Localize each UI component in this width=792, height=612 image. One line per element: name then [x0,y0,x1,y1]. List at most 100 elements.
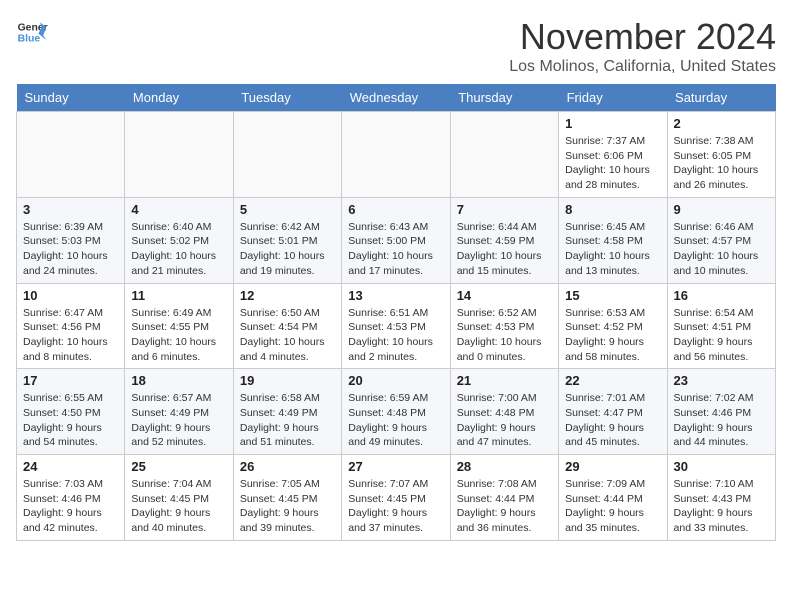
calendar-week-5: 24 Sunrise: 7:03 AMSunset: 4:46 PMDayligh… [17,455,776,541]
day-detail: Sunrise: 6:50 AMSunset: 4:54 PMDaylight:… [240,306,335,365]
day-detail: Sunrise: 6:57 AMSunset: 4:49 PMDaylight:… [131,391,226,450]
day-detail: Sunrise: 7:02 AMSunset: 4:46 PMDaylight:… [674,391,769,450]
day-number: 20 [348,373,443,388]
logo: General Blue [16,16,48,48]
day-detail: Sunrise: 6:49 AMSunset: 4:55 PMDaylight:… [131,306,226,365]
day-detail: Sunrise: 7:03 AMSunset: 4:46 PMDaylight:… [23,477,118,536]
day-detail: Sunrise: 7:09 AMSunset: 4:44 PMDaylight:… [565,477,660,536]
day-number: 5 [240,202,335,217]
day-detail: Sunrise: 6:59 AMSunset: 4:48 PMDaylight:… [348,391,443,450]
day-number: 22 [565,373,660,388]
calendar-cell: 15Sunrise: 6:53 AMSunset: 4:52 PMDayligh… [559,283,667,369]
day-number: 28 [457,459,552,474]
calendar-cell: 11 Sunrise: 6:49 AMSunset: 4:55 PMDayligh… [125,283,233,369]
calendar-cell: 23 Sunrise: 7:02 AMSunset: 4:46 PMDayligh… [667,369,775,455]
calendar-cell: 29 Sunrise: 7:09 AMSunset: 4:44 PMDayligh… [559,455,667,541]
day-number: 26 [240,459,335,474]
calendar-cell: 25Sunrise: 7:04 AMSunset: 4:45 PMDayligh… [125,455,233,541]
calendar-cell: 20 Sunrise: 6:59 AMSunset: 4:48 PMDayligh… [342,369,450,455]
calendar-cell: 1 Sunrise: 7:37 AMSunset: 6:06 PMDaylight… [559,112,667,198]
day-detail: Sunrise: 6:55 AMSunset: 4:50 PMDaylight:… [23,391,118,450]
calendar-week-2: 3 Sunrise: 6:39 AMSunset: 5:03 PMDaylight… [17,197,776,283]
calendar-cell: 8 Sunrise: 6:45 AMSunset: 4:58 PMDaylight… [559,197,667,283]
calendar-cell [342,112,450,198]
calendar-cell: 10Sunrise: 6:47 AMSunset: 4:56 PMDayligh… [17,283,125,369]
day-number: 1 [565,116,660,131]
day-detail: Sunrise: 7:10 AMSunset: 4:43 PMDaylight:… [674,477,769,536]
day-detail: Sunrise: 6:39 AMSunset: 5:03 PMDaylight:… [23,220,118,279]
day-detail: Sunrise: 6:40 AMSunset: 5:02 PMDaylight:… [131,220,226,279]
day-number: 6 [348,202,443,217]
day-number: 19 [240,373,335,388]
calendar-week-4: 17 Sunrise: 6:55 AMSunset: 4:50 PMDayligh… [17,369,776,455]
day-detail: Sunrise: 7:38 AMSunset: 6:05 PMDaylight:… [674,134,769,193]
day-number: 23 [674,373,769,388]
day-number: 8 [565,202,660,217]
day-detail: Sunrise: 6:58 AMSunset: 4:49 PMDaylight:… [240,391,335,450]
weekday-header-thursday: Thursday [450,84,558,112]
calendar-cell: 9 Sunrise: 6:46 AMSunset: 4:57 PMDaylight… [667,197,775,283]
day-number: 9 [674,202,769,217]
day-number: 24 [23,459,118,474]
calendar-cell: 14 Sunrise: 6:52 AMSunset: 4:53 PMDayligh… [450,283,558,369]
day-detail: Sunrise: 6:52 AMSunset: 4:53 PMDaylight:… [457,306,552,365]
day-number: 16 [674,288,769,303]
day-number: 21 [457,373,552,388]
day-detail: Sunrise: 7:08 AMSunset: 4:44 PMDaylight:… [457,477,552,536]
day-detail: Sunrise: 6:44 AMSunset: 4:59 PMDaylight:… [457,220,552,279]
calendar-cell: 2 Sunrise: 7:38 AMSunset: 6:05 PMDaylight… [667,112,775,198]
calendar-table: SundayMondayTuesdayWednesdayThursdayFrid… [16,84,776,541]
day-number: 17 [23,373,118,388]
calendar-cell: 28 Sunrise: 7:08 AMSunset: 4:44 PMDayligh… [450,455,558,541]
day-number: 27 [348,459,443,474]
calendar-cell: 22 Sunrise: 7:01 AMSunset: 4:47 PMDayligh… [559,369,667,455]
day-detail: Sunrise: 7:01 AMSunset: 4:47 PMDaylight:… [565,391,660,450]
day-detail: Sunrise: 6:42 AMSunset: 5:01 PMDaylight:… [240,220,335,279]
calendar-cell: 27 Sunrise: 7:07 AMSunset: 4:45 PMDayligh… [342,455,450,541]
calendar-cell: 18Sunrise: 6:57 AMSunset: 4:49 PMDayligh… [125,369,233,455]
calendar-cell [450,112,558,198]
day-detail: Sunrise: 6:46 AMSunset: 4:57 PMDaylight:… [674,220,769,279]
day-detail: Sunrise: 7:00 AMSunset: 4:48 PMDaylight:… [457,391,552,450]
weekday-header-friday: Friday [559,84,667,112]
day-number: 7 [457,202,552,217]
calendar-cell [17,112,125,198]
weekday-header-wednesday: Wednesday [342,84,450,112]
location-title: Los Molinos, California, United States [509,58,776,76]
day-number: 12 [240,288,335,303]
day-number: 11 [131,288,226,303]
calendar-cell: 19 Sunrise: 6:58 AMSunset: 4:49 PMDayligh… [233,369,341,455]
day-detail: Sunrise: 7:05 AMSunset: 4:45 PMDaylight:… [240,477,335,536]
day-number: 2 [674,116,769,131]
day-number: 13 [348,288,443,303]
calendar-cell: 24 Sunrise: 7:03 AMSunset: 4:46 PMDayligh… [17,455,125,541]
day-detail: Sunrise: 6:43 AMSunset: 5:00 PMDaylight:… [348,220,443,279]
day-number: 10 [23,288,118,303]
calendar-week-3: 10Sunrise: 6:47 AMSunset: 4:56 PMDayligh… [17,283,776,369]
svg-text:Blue: Blue [18,34,41,45]
calendar-cell: 6 Sunrise: 6:43 AMSunset: 5:00 PMDaylight… [342,197,450,283]
day-detail: Sunrise: 6:54 AMSunset: 4:51 PMDaylight:… [674,306,769,365]
day-detail: Sunrise: 7:37 AMSunset: 6:06 PMDaylight:… [565,134,660,193]
day-number: 3 [23,202,118,217]
calendar-cell: 12 Sunrise: 6:50 AMSunset: 4:54 PMDayligh… [233,283,341,369]
calendar-cell: 26 Sunrise: 7:05 AMSunset: 4:45 PMDayligh… [233,455,341,541]
calendar-cell: 30Sunrise: 7:10 AMSunset: 4:43 PMDayligh… [667,455,775,541]
title-area: November 2024 Los Molinos, California, U… [509,16,776,76]
weekday-header-row: SundayMondayTuesdayWednesdayThursdayFrid… [17,84,776,112]
day-detail: Sunrise: 6:53 AMSunset: 4:52 PMDaylight:… [565,306,660,365]
month-title: November 2024 [509,16,776,58]
day-detail: Sunrise: 7:07 AMSunset: 4:45 PMDaylight:… [348,477,443,536]
day-detail: Sunrise: 6:45 AMSunset: 4:58 PMDaylight:… [565,220,660,279]
weekday-header-tuesday: Tuesday [233,84,341,112]
calendar-cell: 13Sunrise: 6:51 AMSunset: 4:53 PMDayligh… [342,283,450,369]
day-number: 29 [565,459,660,474]
day-number: 14 [457,288,552,303]
calendar-cell: 5 Sunrise: 6:42 AMSunset: 5:01 PMDaylight… [233,197,341,283]
calendar-cell: 4Sunrise: 6:40 AMSunset: 5:02 PMDaylight… [125,197,233,283]
calendar-cell: 7 Sunrise: 6:44 AMSunset: 4:59 PMDaylight… [450,197,558,283]
weekday-header-saturday: Saturday [667,84,775,112]
logo-icon: General Blue [16,16,48,48]
day-number: 25 [131,459,226,474]
calendar-cell [233,112,341,198]
